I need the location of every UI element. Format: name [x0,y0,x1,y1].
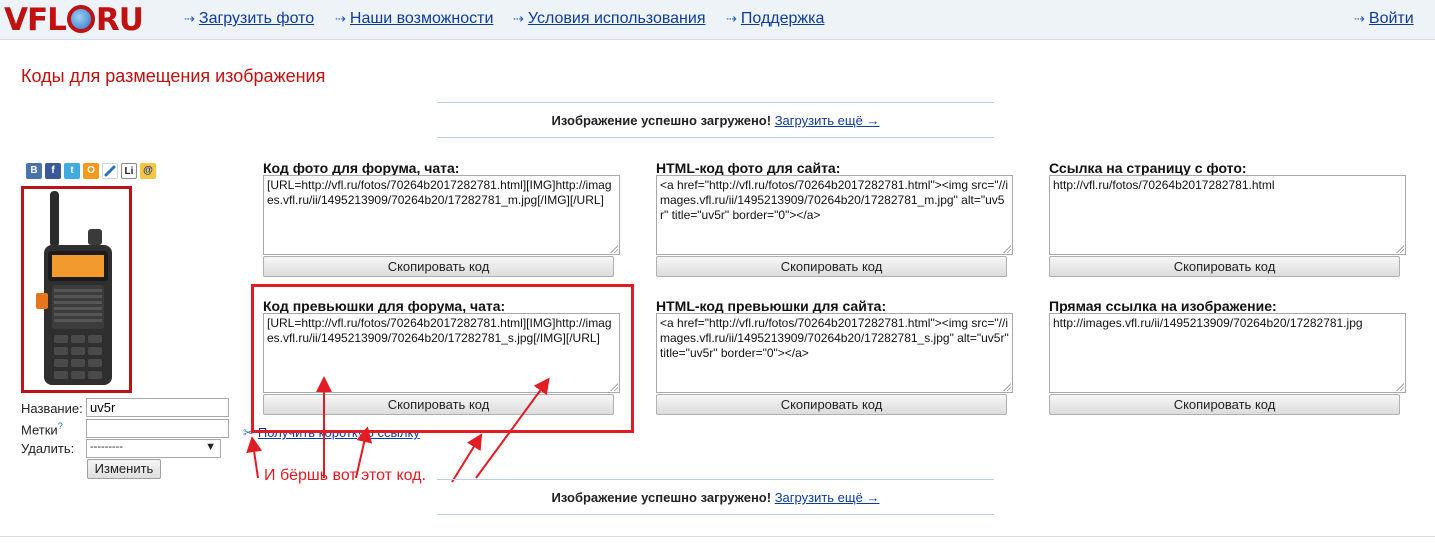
tags-label-text: Метки [21,422,58,438]
thumb-html-code-textarea[interactable]: <a href="http://vfl.ru/fotos/70264b20172… [656,313,1013,393]
facebook-icon[interactable]: f [45,163,61,179]
code-text: http://images.vfl.ru/ii/1495213909/70264… [1053,316,1363,330]
resize-grip-icon[interactable] [609,244,618,253]
arrow-right-icon: ⇢ [726,11,737,26]
copy-page-link-button[interactable]: Скопировать код [1049,256,1400,277]
odnoklassniki-icon[interactable]: О [83,163,99,179]
success-message: Изображение успешно загружено! [551,490,772,505]
block-title-forum-code: Код фото для форума, чата: [263,160,460,176]
code-text: <a href="http://vfl.ru/fotos/70264b20172… [660,316,1009,360]
nav-label: Наши возможности [349,10,494,27]
livejournal-icon[interactable]: Li [121,163,137,179]
photo-thumbnail[interactable] [21,186,132,393]
arrow-right-icon: ⇢ [335,11,346,26]
annotation-text: И бёршь вот этот код. [264,467,426,484]
tags-label: Метки? [21,421,63,437]
upload-more-link[interactable]: Загрузить ещё → [775,113,880,128]
direct-link-textarea[interactable]: http://images.vfl.ru/ii/1495213909/70264… [1049,313,1406,393]
share-icons: В f t О Li @ [26,163,156,179]
block-title-html-code: HTML-код фото для сайта: [656,160,841,176]
page-link-textarea[interactable]: http://vfl.ru/fotos/70264b2017282781.htm… [1049,175,1406,255]
block-title-thumb-html-code: HTML-код превьюшки для сайта: [656,298,887,314]
arrow-right-icon: ⇢ [513,11,524,26]
chevron-down-icon: ▼ [205,441,216,453]
change-button[interactable]: Изменить [87,459,161,479]
success-banner-bottom: Изображение успешно загружено! Загрузить… [437,479,994,515]
email-icon[interactable]: @ [140,163,156,179]
logo-text-left: VFL [4,2,67,38]
forum-code-textarea[interactable]: [URL=http://vfl.ru/fotos/70264b201728278… [263,175,620,255]
delete-select-value: --------- [90,441,123,453]
site-logo[interactable]: VFL RU [4,1,144,39]
block-title-page-link: Ссылка на страницу с фото: [1049,160,1247,176]
vkontakte-icon[interactable]: В [26,163,42,179]
resize-grip-icon[interactable] [1395,244,1404,253]
logo-text-right: RU [95,2,144,38]
arrow-right-icon: ⇢ [184,11,195,26]
name-label: Название: [21,401,83,416]
html-code-textarea[interactable]: <a href="http://vfl.ru/fotos/70264b20172… [656,175,1013,255]
copy-direct-link-button[interactable]: Скопировать код [1049,394,1400,415]
nav-label: Условия использования [527,10,706,27]
footer-divider [0,536,1435,537]
delete-select[interactable]: --------- ▼ [86,439,221,458]
link-glyph [104,165,116,177]
arrow-right-icon: ⇢ [1354,11,1365,26]
link-icon[interactable] [102,163,118,179]
arrow-4 [451,433,483,483]
nav-terms[interactable]: ⇢ Условия использования [513,10,706,28]
code-text: <a href="http://vfl.ru/fotos/70264b20172… [660,178,1008,222]
success-message: Изображение успешно загружено! [551,113,772,128]
delete-label: Удалить: [21,441,75,456]
twitter-icon[interactable]: t [64,163,80,179]
code-text: http://vfl.ru/fotos/70264b2017282781.htm… [1053,178,1275,192]
nav-features[interactable]: ⇢ Наши возможности [335,10,493,28]
block-title-direct-link: Прямая ссылка на изображение: [1049,298,1277,314]
nav-support[interactable]: ⇢ Поддержка [726,10,824,28]
resize-grip-icon[interactable] [1395,382,1404,391]
success-banner-top: Изображение успешно загружено! Загрузить… [437,102,994,138]
nav-label: Загрузить фото [198,10,315,27]
arrow-1 [246,436,263,479]
name-field[interactable] [86,398,229,417]
copy-thumb-html-code-button[interactable]: Скопировать код [656,394,1007,415]
resize-grip-icon[interactable] [1002,244,1011,253]
radio-image [36,191,112,385]
resize-grip-icon[interactable] [1002,382,1011,391]
highlight-box [251,284,634,433]
nav-label: Поддержка [740,10,825,27]
globe-icon [66,5,95,33]
code-text: [URL=http://vfl.ru/fotos/70264b201728278… [267,178,612,207]
help-icon[interactable]: ? [58,421,63,431]
top-bar: VFL RU ⇢ Загрузить фото ⇢ Наши возможности … [0,0,1435,40]
page-title: Коды для размещения изображения [21,66,326,86]
copy-html-code-button[interactable]: Скопировать код [656,256,1007,277]
login-label: Войти [1368,10,1414,27]
tags-field[interactable] [86,419,229,438]
nav-upload-photo[interactable]: ⇢ Загрузить фото [184,10,314,28]
login-link[interactable]: ⇢ Войти [1354,10,1414,28]
upload-more-link[interactable]: Загрузить ещё → [775,490,880,505]
copy-forum-code-button[interactable]: Скопировать код [263,256,614,277]
